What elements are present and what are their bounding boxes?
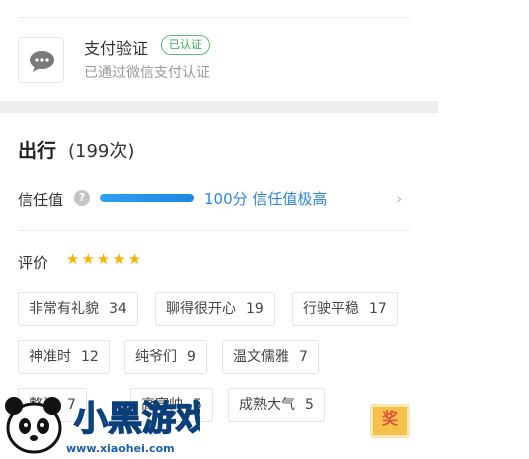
- tag-label: 非常有礼貌: [29, 301, 99, 317]
- section-divider: [0, 101, 438, 113]
- tag-chip[interactable]: 非常有礼貌 34: [18, 292, 138, 326]
- rating-stars-icon: ★★★★★: [66, 250, 144, 268]
- tag-count: 7: [299, 349, 308, 365]
- tag-label: 聊得很开心: [166, 301, 236, 317]
- tag-label: 行驶平稳: [303, 301, 359, 317]
- tag-count: 9: [187, 349, 196, 365]
- evaluation-label: 评价: [18, 254, 49, 272]
- watermark-url: www.xiaohei.com: [66, 442, 175, 455]
- watermark-brand: 小黑游戏: [74, 399, 200, 439]
- row-divider: [18, 230, 410, 231]
- trust-progress-bar: [100, 194, 194, 202]
- xiaohei-watermark-logo: 小黑游戏 www.xiaohei.com: [5, 397, 200, 455]
- tag-chip[interactable]: 成熟大气 5: [228, 388, 325, 422]
- trips-title: 出行: [18, 140, 57, 162]
- tag-chip[interactable]: 纯爷们 9: [124, 340, 207, 374]
- trips-count: (199次): [68, 141, 135, 162]
- tag-count: 34: [109, 301, 127, 317]
- payment-verification-subtitle: 已通过微信支付认证: [84, 65, 210, 81]
- tag-count: 5: [305, 397, 314, 413]
- tag-count: 12: [81, 349, 99, 365]
- tag-count: 19: [246, 301, 264, 317]
- tag-label: 神准时: [29, 349, 71, 365]
- tag-label: 温文儒雅: [233, 349, 289, 365]
- trust-score-text[interactable]: 100分 信任值极高: [204, 188, 327, 209]
- verified-badge: 已认证: [161, 35, 210, 55]
- tag-chip[interactable]: 神准时 12: [18, 340, 110, 374]
- reward-icon[interactable]: 奖: [370, 404, 410, 438]
- tag-label: 纯爷们: [135, 349, 177, 365]
- chevron-right-icon[interactable]: ›: [396, 189, 402, 208]
- tag-chip[interactable]: 温文儒雅 7: [222, 340, 319, 374]
- tag-chip[interactable]: 行驶平稳 17: [292, 292, 398, 326]
- question-mark-icon[interactable]: ?: [74, 190, 90, 206]
- tag-count: 17: [369, 301, 387, 317]
- trust-progress-fill: [100, 194, 194, 202]
- tag-label: 成熟大气: [239, 397, 295, 413]
- wechat-chat-icon: [18, 37, 64, 83]
- trust-label: 信任值: [18, 191, 64, 209]
- top-divider: [18, 17, 410, 18]
- payment-verification-title: 支付验证: [84, 39, 149, 58]
- tag-chip[interactable]: 聊得很开心 19: [155, 292, 275, 326]
